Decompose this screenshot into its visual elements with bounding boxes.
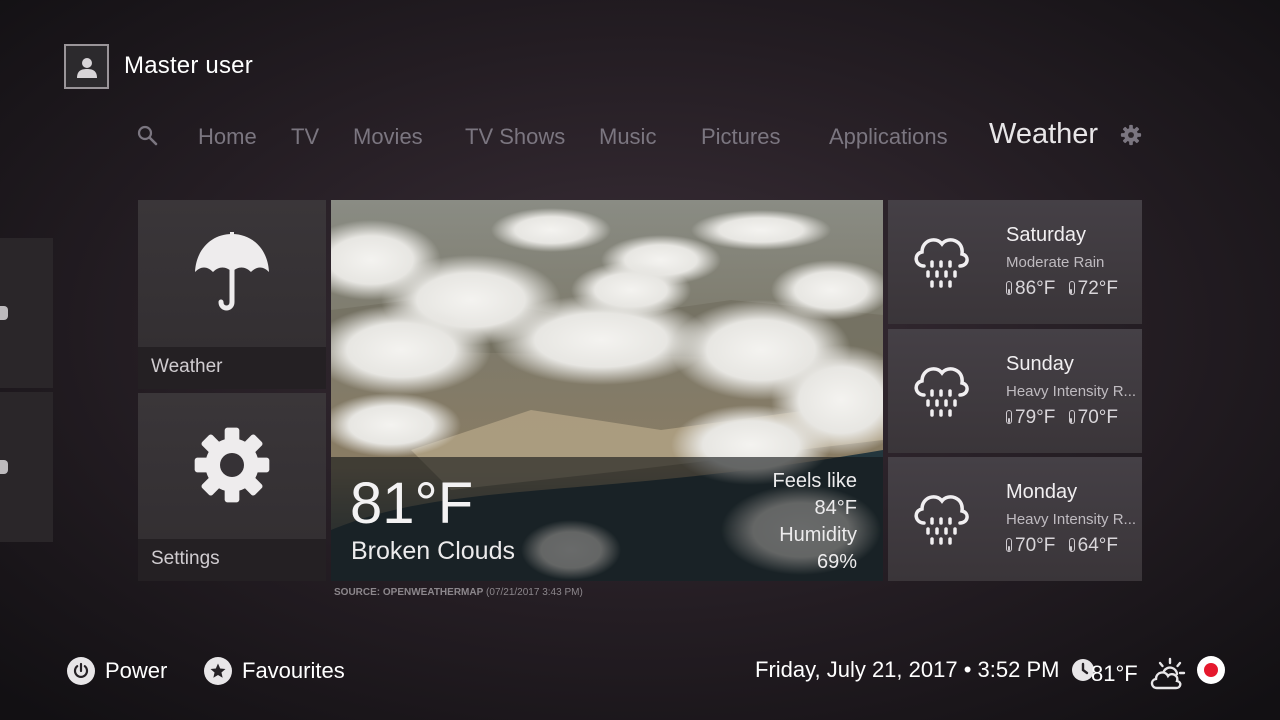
nav-item-applications[interactable]: Applications bbox=[829, 124, 948, 150]
umbrella-icon bbox=[193, 232, 271, 319]
forecast-low: 72°F bbox=[1077, 278, 1118, 299]
forecast-description: Heavy Intensity R... bbox=[1006, 511, 1137, 528]
forecast-description: Moderate Rain bbox=[1006, 254, 1105, 271]
power-button[interactable]: Power bbox=[67, 657, 167, 685]
footer-bar: Power Favourites Friday, July 21, 2017 •… bbox=[0, 640, 1280, 700]
weather-source: SOURCE: OPENWEATHERMAP (07/21/2017 3:43 … bbox=[334, 587, 583, 598]
current-condition: Broken Clouds bbox=[351, 537, 515, 565]
thermometer-low-icon bbox=[1068, 538, 1075, 552]
gear-icon[interactable] bbox=[1120, 124, 1142, 151]
forecast-temps: 79°F 70°F bbox=[1006, 407, 1118, 429]
nav-item-music[interactable]: Music bbox=[599, 124, 656, 150]
tile-edge-marker bbox=[0, 306, 8, 320]
main-nav: Home TV Movies TV Shows Music Pictures A… bbox=[136, 118, 1146, 158]
user-silhouette-icon bbox=[76, 57, 97, 78]
nav-item-weather[interactable]: Weather bbox=[989, 118, 1098, 151]
favourites-label: Favourites bbox=[242, 658, 345, 683]
footer-temperature: 81°F bbox=[1091, 661, 1138, 686]
forecast-card-monday[interactable]: Monday Heavy Intensity R... 70°F 64°F bbox=[888, 457, 1142, 581]
thermometer-high-icon bbox=[1006, 410, 1012, 424]
forecast-temps: 86°F 72°F bbox=[1006, 278, 1118, 300]
current-temperature: 81°F bbox=[350, 471, 474, 536]
forecast-low: 70°F bbox=[1077, 407, 1118, 428]
forecast-card-saturday[interactable]: Saturday Moderate Rain 86°F 72°F bbox=[888, 200, 1142, 324]
footer-weather[interactable]: 81°F bbox=[1091, 657, 1186, 691]
humidity-label: Humidity bbox=[779, 524, 857, 546]
source-timestamp: (07/21/2017 3:43 PM) bbox=[486, 587, 583, 598]
gear-icon bbox=[192, 425, 272, 510]
forecast-temps: 70°F 64°F bbox=[1006, 535, 1118, 557]
star-icon bbox=[204, 657, 232, 685]
nav-item-tv-shows[interactable]: TV Shows bbox=[465, 124, 565, 150]
rain-cloud-icon bbox=[910, 357, 972, 424]
settings-tile[interactable]: Settings bbox=[138, 393, 326, 581]
forecast-low: 64°F bbox=[1077, 535, 1118, 556]
offscreen-tile-top[interactable] bbox=[0, 238, 53, 388]
thermometer-low-icon bbox=[1068, 281, 1075, 295]
nav-item-tv[interactable]: TV bbox=[291, 124, 319, 150]
current-details: Feels like 84°F Humidity 69% bbox=[773, 468, 857, 576]
rain-cloud-icon bbox=[910, 485, 972, 552]
rain-cloud-icon bbox=[910, 228, 972, 295]
current-weather-panel[interactable]: 81°F Broken Clouds Feels like 84°F Humid… bbox=[331, 200, 883, 581]
forecast-high: 70°F bbox=[1015, 535, 1056, 556]
datetime-text: Friday, July 21, 2017 • 3:52 PM bbox=[755, 657, 1060, 682]
partly-cloudy-icon bbox=[1148, 657, 1186, 691]
record-icon[interactable] bbox=[1197, 656, 1225, 684]
power-label: Power bbox=[105, 658, 168, 683]
nav-item-pictures[interactable]: Pictures bbox=[701, 124, 780, 150]
forecast-high: 86°F bbox=[1015, 278, 1056, 299]
humidity-value: 69% bbox=[816, 551, 857, 573]
nav-item-movies[interactable]: Movies bbox=[353, 124, 423, 150]
forecast-day: Monday bbox=[1006, 481, 1078, 503]
feels-like-value: 84°F bbox=[814, 497, 857, 519]
forecast-description: Heavy Intensity R... bbox=[1006, 383, 1137, 400]
power-icon bbox=[67, 657, 95, 685]
thermometer-low-icon bbox=[1068, 410, 1075, 424]
forecast-high: 79°F bbox=[1015, 407, 1056, 428]
user-avatar[interactable] bbox=[64, 44, 109, 89]
settings-tile-label: Settings bbox=[151, 548, 220, 569]
date-time: Friday, July 21, 2017 • 3:52 PM bbox=[755, 657, 1095, 683]
search-icon[interactable] bbox=[136, 124, 160, 153]
thermometer-high-icon bbox=[1006, 281, 1012, 295]
user-name[interactable]: Master user bbox=[124, 52, 253, 80]
offscreen-tile-bottom[interactable] bbox=[0, 392, 53, 542]
weather-tile[interactable]: Weather bbox=[138, 200, 326, 389]
weather-tile-label: Weather bbox=[151, 356, 223, 377]
favourites-button[interactable]: Favourites bbox=[204, 657, 345, 685]
forecast-card-sunday[interactable]: Sunday Heavy Intensity R... 79°F 70°F bbox=[888, 329, 1142, 453]
forecast-day: Sunday bbox=[1006, 353, 1074, 375]
nav-item-home[interactable]: Home bbox=[198, 124, 257, 150]
tile-edge-marker bbox=[0, 460, 8, 474]
source-label: SOURCE: OPENWEATHERMAP bbox=[334, 587, 484, 598]
feels-like-label: Feels like bbox=[772, 470, 857, 492]
thermometer-high-icon bbox=[1006, 538, 1012, 552]
forecast-day: Saturday bbox=[1006, 224, 1087, 246]
